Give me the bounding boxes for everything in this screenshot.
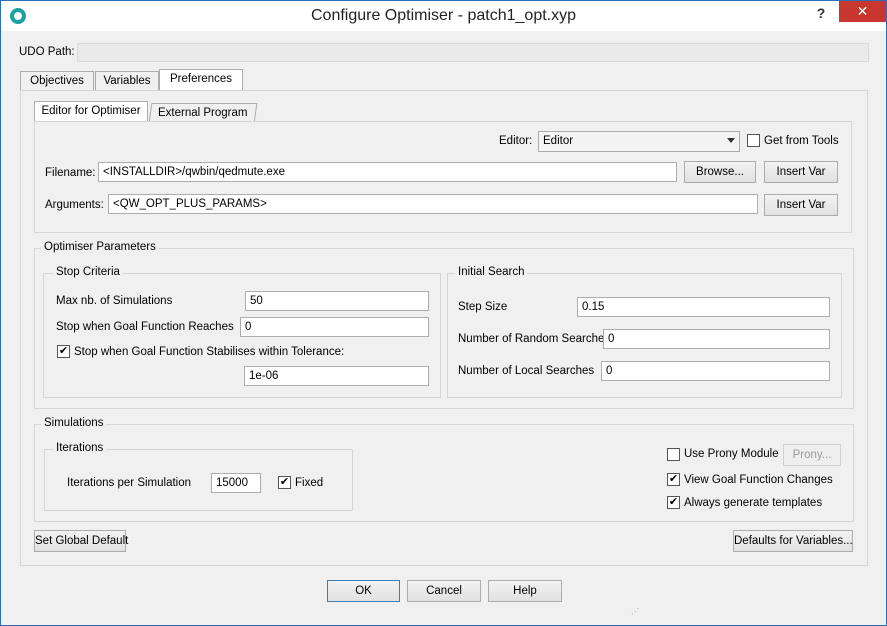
- subtab-external-program[interactable]: External Program: [148, 103, 258, 123]
- use-prony-checkbox[interactable]: [667, 448, 680, 461]
- use-prony-label: Use Prony Module: [684, 448, 779, 460]
- optimiser-parameters-title: Optimiser Parameters: [41, 241, 159, 253]
- goal-reaches-label: Stop when Goal Function Reaches: [56, 321, 234, 333]
- step-size-input[interactable]: 0.15: [577, 297, 830, 317]
- view-goal-changes-label: View Goal Function Changes: [684, 474, 833, 486]
- set-global-default-button[interactable]: Set Global Default: [34, 530, 128, 552]
- prony-button[interactable]: Prony...: [783, 444, 841, 466]
- iterations-per-simulation-input[interactable]: 15000: [211, 473, 261, 493]
- editor-label: Editor:: [499, 135, 533, 147]
- arguments-input[interactable]: <QW_OPT_PLUS_PARAMS>: [108, 194, 758, 214]
- defaults-for-variables-button[interactable]: Defaults for Variables...: [733, 530, 853, 552]
- max-simulations-label: Max nb. of Simulations: [56, 295, 173, 307]
- editor-select[interactable]: Editor: [538, 131, 740, 152]
- get-from-tools-label: Get from Tools: [764, 135, 839, 147]
- window-title: Configure Optimiser - patch1_opt.xyp: [310, 7, 576, 24]
- view-goal-changes-checkbox[interactable]: ✔: [667, 473, 680, 486]
- stabilises-checkbox[interactable]: ✔: [57, 345, 70, 358]
- filename-input[interactable]: <INSTALLDIR>/qwbin/qedmute.exe: [98, 162, 677, 182]
- browse-button[interactable]: Browse...: [684, 161, 756, 183]
- close-button[interactable]: ✕: [839, 1, 886, 22]
- stabilises-label: Stop when Goal Function Stabilises withi…: [74, 346, 345, 358]
- always-generate-templates-checkbox[interactable]: ✔: [667, 496, 680, 509]
- goal-reaches-input[interactable]: 0: [240, 317, 429, 337]
- random-searches-label: Number of Random Searches: [458, 333, 611, 345]
- udo-path-field: [77, 43, 869, 62]
- subtab-external-program-label: External Program: [158, 107, 248, 119]
- chevron-down-icon: [727, 138, 735, 143]
- tab-preferences[interactable]: Preferences: [159, 69, 243, 90]
- dialog-window: Configure Optimiser - patch1_opt.xyp ? ✕…: [0, 0, 887, 626]
- local-searches-input[interactable]: 0: [601, 361, 830, 381]
- resize-grip-icon[interactable]: ⋰: [631, 607, 639, 616]
- iterations-title: Iterations: [53, 442, 107, 454]
- random-searches-input[interactable]: 0: [603, 329, 830, 349]
- help-button[interactable]: Help: [488, 580, 562, 602]
- fixed-checkbox[interactable]: ✔: [278, 476, 291, 489]
- tolerance-input[interactable]: 1e-06: [244, 366, 429, 386]
- get-from-tools-checkbox[interactable]: [747, 134, 760, 147]
- initial-search-title: Initial Search: [455, 266, 528, 278]
- iterations-per-simulation-label: Iterations per Simulation: [67, 477, 192, 489]
- insert-var-button-arguments[interactable]: Insert Var: [764, 194, 838, 216]
- step-size-label: Step Size: [458, 301, 508, 313]
- subtab-editor-for-optimiser[interactable]: Editor for Optimiser: [34, 101, 148, 122]
- fixed-label: Fixed: [295, 477, 324, 489]
- insert-var-button-filename[interactable]: Insert Var: [764, 161, 838, 183]
- always-generate-templates-label: Always generate templates: [684, 497, 823, 509]
- simulations-title: Simulations: [41, 417, 107, 429]
- udo-path-label: UDO Path:: [19, 46, 75, 58]
- title-bar: Configure Optimiser - patch1_opt.xyp ? ✕: [1, 1, 886, 31]
- title-help-button[interactable]: ?: [804, 5, 838, 25]
- max-simulations-input[interactable]: 50: [245, 291, 429, 311]
- filename-label: Filename:: [45, 167, 96, 179]
- editor-select-value: Editor: [543, 135, 574, 147]
- ok-button[interactable]: OK: [327, 580, 400, 602]
- tab-objectives[interactable]: Objectives: [20, 71, 94, 91]
- cancel-button[interactable]: Cancel: [407, 580, 481, 602]
- arguments-label: Arguments:: [45, 199, 104, 211]
- stop-criteria-title: Stop Criteria: [53, 266, 123, 278]
- local-searches-label: Number of Local Searches: [458, 365, 595, 377]
- tab-variables[interactable]: Variables: [95, 71, 159, 91]
